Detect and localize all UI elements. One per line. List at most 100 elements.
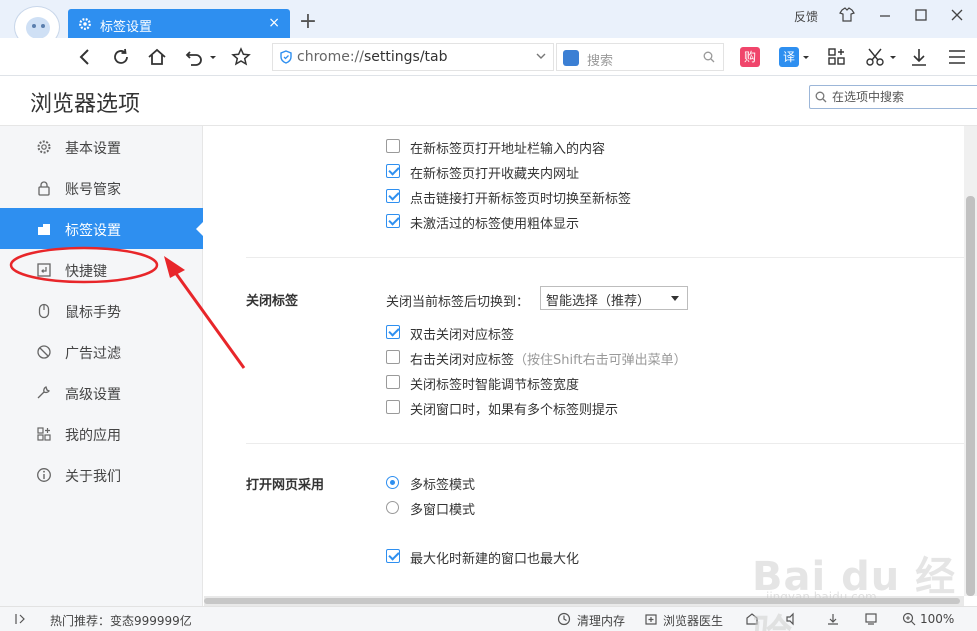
option-label: 最大化时新建的窗口也最大化 [410,552,580,567]
checkbox[interactable] [386,164,400,178]
undo-dropdown-icon[interactable] [208,46,218,68]
translate-dropdown-icon[interactable] [801,46,811,68]
tab-title: 标签设置 [100,20,153,35]
shopping-icon[interactable]: 购 [740,47,760,67]
checkbox[interactable] [386,375,400,389]
search-icon[interactable] [703,51,715,63]
radio-button[interactable] [386,476,399,489]
sidebar-item-shortcuts[interactable]: 快捷键 [0,249,203,290]
option-label: 关闭窗口时，如果有多个标签则提示 [410,403,619,418]
horizontal-scrollbar[interactable] [204,596,964,606]
lock-icon [38,181,50,196]
tab-close-button[interactable]: × [268,15,280,31]
browser-doctor-button[interactable]: 浏览器医生 [663,612,723,629]
sidebar-item-label: 鼠标手势 [65,305,121,321]
status-bar: 热门推荐：变态999999亿 清理内存 浏览器医生 100% [0,606,977,631]
url-text: chrome://settings/tab [297,49,448,65]
checkbox[interactable] [386,350,400,364]
options-search-input[interactable] [832,88,972,106]
search-placeholder: 搜索 [587,54,614,69]
switch-after-close-select[interactable]: 智能选择（推荐） [540,286,688,310]
option-label: 双击关闭对应标签 [410,328,515,343]
browser-window: 登录 标签设置 × + 反馈 chrome://settings/tab [0,0,977,631]
screen-icon[interactable] [864,612,878,626]
close-icon[interactable] [946,5,968,25]
section-title-open-pages: 打开网页采用 [246,478,325,493]
sidebar-item-label: 广告过滤 [65,346,121,362]
speed-icon[interactable] [745,612,759,626]
active-pointer [196,221,204,237]
address-bar[interactable]: chrome://settings/tab [272,43,554,71]
shield-icon [280,50,292,64]
block-icon [37,345,51,359]
zoom-icon[interactable] [902,612,916,626]
feedback-link[interactable]: 反馈 [794,8,818,25]
option-label: 在新标签页打开收藏夹内网址 [410,167,580,182]
sidebar-item-advanced[interactable]: 高级设置 [0,372,203,413]
sidebar-item-basic[interactable]: 基本设置 [0,126,203,167]
info-icon [37,468,51,482]
page-title: 浏览器选项 [30,92,141,117]
switch-after-close-label: 关闭当前标签后切换到： [386,295,530,310]
checkbox[interactable] [386,325,400,339]
star-icon[interactable] [230,46,252,68]
checkbox[interactable] [386,214,400,228]
search-box[interactable]: 搜索 [556,43,724,71]
checkbox[interactable] [386,549,400,563]
sidebar-item-about[interactable]: 关于我们 [0,454,203,495]
search-icon [815,91,827,103]
tab-settings[interactable]: 标签设置 × [68,9,290,39]
sidebar-toggle-icon[interactable] [14,612,28,626]
option-label: 在新标签页打开地址栏输入的内容 [410,142,606,157]
menu-icon[interactable] [946,46,968,68]
options-search[interactable] [809,85,977,109]
option-label: 关闭标签时智能调节标签宽度 [410,378,580,393]
sidebar-item-tabs[interactable]: 标签设置 [0,208,204,249]
scissors-icon[interactable] [864,46,886,68]
option-label: 多标签模式 [410,478,476,493]
minimize-icon[interactable] [874,5,896,25]
home-icon[interactable] [146,46,168,68]
maximize-icon[interactable] [910,5,932,25]
chevron-down-icon [671,296,679,301]
sidebar-item-label: 高级设置 [65,387,121,403]
sidebar-item-label: 我的应用 [65,428,121,444]
apps-grid-icon[interactable] [826,46,848,68]
sidebar-item-adblock[interactable]: 广告过滤 [0,331,203,372]
undo-icon[interactable] [184,46,206,68]
sidebar-item-label: 快捷键 [65,264,107,280]
clean-memory-button[interactable]: 清理内存 [577,612,625,629]
sidebar-item-label: 关于我们 [65,469,121,485]
sidebar-item-label: 基本设置 [65,141,121,157]
apps-icon [37,427,51,441]
scroll-thumb[interactable] [204,598,960,604]
sidebar-item-account[interactable]: 账号管家 [0,167,203,208]
option-hint: （按住Shift右击可弹出菜单） [514,353,687,368]
zoom-level[interactable]: 100% [920,612,954,626]
new-tab-button[interactable]: + [298,11,318,33]
refresh-icon[interactable] [110,46,132,68]
chevron-down-icon[interactable] [535,50,547,62]
scroll-thumb[interactable] [966,196,975,596]
download-icon[interactable] [908,46,930,68]
download-status-icon[interactable] [826,612,840,626]
checkbox[interactable] [386,189,400,203]
sidebar-item-apps[interactable]: 我的应用 [0,413,203,454]
back-icon[interactable] [74,46,96,68]
url-path: settings/tab [364,49,448,65]
doctor-icon [645,614,657,625]
gear-icon [79,18,91,30]
translate-icon[interactable]: 译 [779,47,799,67]
tab-strip: 登录 标签设置 × + 反馈 [0,0,977,62]
skin-icon[interactable] [836,5,858,25]
checkbox[interactable] [386,400,400,414]
hot-recommend-link[interactable]: 热门推荐：变态999999亿 [50,612,192,629]
vertical-scrollbar[interactable] [964,126,977,596]
radio-button[interactable] [386,501,399,514]
sound-icon[interactable] [785,612,799,626]
select-value: 智能选择（推荐） [546,294,651,309]
scissors-dropdown-icon[interactable] [888,46,898,68]
sidebar-item-mouse[interactable]: 鼠标手势 [0,290,203,331]
checkbox[interactable] [386,139,400,153]
memory-clean-icon [557,612,571,626]
